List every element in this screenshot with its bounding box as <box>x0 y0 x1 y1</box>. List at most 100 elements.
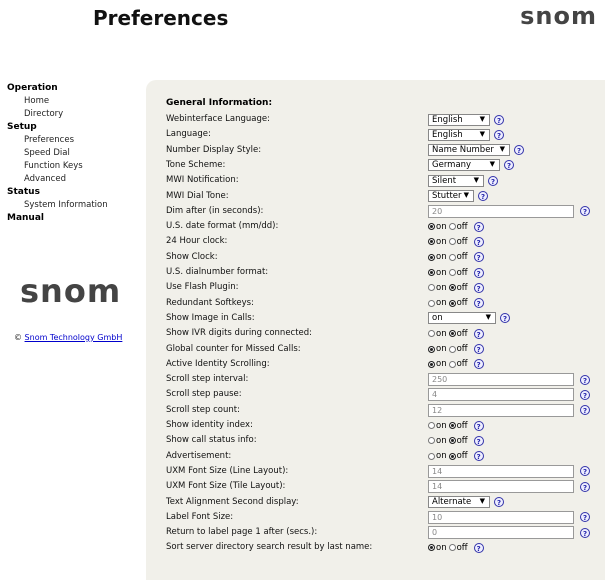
help-icon[interactable]: ? <box>580 527 590 538</box>
radio-on[interactable] <box>428 330 435 338</box>
mwi-notification-select[interactable]: Silent ▼ <box>428 174 484 187</box>
uxm-font-size-tile-layout-input[interactable]: 14 <box>428 480 574 494</box>
webinterface-language-select[interactable]: English ▼ <box>428 113 490 126</box>
help-icon[interactable]: ? <box>473 252 484 263</box>
sidebar-item-speed-dial[interactable]: Speed Dial <box>7 147 147 160</box>
help-icon[interactable]: ? <box>580 466 590 477</box>
sort-server-directory-search-result-by-last-name-label: Sort server directory search result by l… <box>166 542 373 553</box>
radio-off[interactable] <box>448 422 456 429</box>
help-icon[interactable]: ? <box>504 160 514 171</box>
radio-off[interactable] <box>448 452 456 460</box>
help-icon[interactable]: ? <box>494 497 504 507</box>
help-icon[interactable]: ? <box>473 267 484 278</box>
help-icon[interactable]: ? <box>473 328 484 339</box>
help-icon[interactable]: ? <box>473 435 484 446</box>
radio-off[interactable] <box>448 544 456 552</box>
help-icon[interactable]: ? <box>473 542 484 553</box>
language-select[interactable]: English ▼ <box>428 128 490 141</box>
radio-on-label: on <box>436 359 447 370</box>
number-display-style-select[interactable]: Name Number ▼ <box>428 144 510 157</box>
radio-on[interactable] <box>428 422 435 429</box>
help-icon[interactable]: ? <box>473 298 484 309</box>
radio-off[interactable] <box>448 330 456 338</box>
radio-off-label: off <box>456 282 468 293</box>
scroll-step-interval-input[interactable]: 250 <box>428 373 574 387</box>
radio-on[interactable] <box>428 360 435 368</box>
help-icon[interactable]: ? <box>473 359 484 370</box>
sidebar-item-directory[interactable]: Directory <box>7 108 147 121</box>
radio-on[interactable] <box>428 238 435 246</box>
sidebar-item-advanced[interactable]: Advanced <box>7 173 147 186</box>
radio-off[interactable] <box>448 238 456 246</box>
radio-on[interactable] <box>428 253 435 261</box>
help-icon[interactable]: ? <box>473 221 484 232</box>
scroll-step-pause-input[interactable]: 4 <box>428 388 574 402</box>
radio-on[interactable] <box>428 269 435 276</box>
settings-row: Text Alignment Second display: Alternate ▼… <box>166 496 598 511</box>
help-icon[interactable]: ? <box>580 374 590 385</box>
help-icon[interactable]: ? <box>580 405 590 416</box>
help-icon[interactable]: ? <box>488 175 498 186</box>
radio-on[interactable] <box>428 345 435 353</box>
text-alignment-second-display-select[interactable]: Alternate ▼ <box>428 496 490 508</box>
help-icon[interactable]: ? <box>473 282 484 293</box>
active-identity-scrolling-label: Active Identity Scrolling: <box>166 358 270 369</box>
radio-on-label: on <box>436 542 447 553</box>
show-image-in-calls-select[interactable]: on ▼ <box>428 312 496 325</box>
chevron-down-icon: ▼ <box>485 313 491 322</box>
settings-row: Language: English ▼? <box>166 128 598 143</box>
help-icon[interactable]: ? <box>473 451 484 462</box>
help-icon[interactable]: ? <box>494 114 504 125</box>
help-icon[interactable]: ? <box>580 512 590 523</box>
radio-on[interactable] <box>428 223 435 231</box>
radio-off[interactable] <box>448 345 456 353</box>
dim-after-in-seconds-input[interactable]: 20 <box>428 204 574 218</box>
radio-on[interactable] <box>428 452 435 460</box>
help-icon[interactable]: ? <box>473 236 484 247</box>
sidebar-item-preferences[interactable]: Preferences <box>7 134 147 147</box>
radio-off-label: off <box>456 236 468 247</box>
snom-technology-link[interactable]: Snom Technology GmbH <box>25 333 123 342</box>
radio-on[interactable] <box>428 284 435 292</box>
label-font-size-input[interactable]: 10 <box>428 510 574 524</box>
section-title: General Information: <box>166 98 273 108</box>
settings-row: U.S. dialnumber format: on off? <box>166 266 598 281</box>
return-to-label-page-1-after-secs-input[interactable]: 0 <box>428 526 574 540</box>
radio-off-label: off <box>456 344 468 354</box>
sort-server-directory-search-result-by-last-name-control: on off? <box>428 541 484 554</box>
radio-off[interactable] <box>448 360 456 368</box>
radio-off[interactable] <box>448 269 456 276</box>
show-ivr-digits-during-connected-label: Show IVR digits during connected: <box>166 328 313 339</box>
help-icon[interactable]: ? <box>580 389 590 400</box>
tone-scheme-select[interactable]: Germany ▼ <box>428 159 500 172</box>
sidebar-item-home[interactable]: Home <box>7 95 147 108</box>
settings-row: Scroll step pause: 4? <box>166 388 598 403</box>
uxm-font-size-line-layout-input[interactable]: 14 <box>428 464 574 478</box>
help-icon[interactable]: ? <box>514 145 524 156</box>
radio-off[interactable] <box>448 223 456 231</box>
help-icon[interactable]: ? <box>500 313 510 324</box>
mwi-dial-tone-select[interactable]: Stutter ▼ <box>428 190 474 202</box>
radio-on-label: on <box>436 451 447 462</box>
radio-on[interactable] <box>428 437 435 445</box>
help-icon[interactable]: ? <box>494 129 504 140</box>
sidebar-item-system-information[interactable]: System Information <box>7 199 147 212</box>
scroll-step-count-input[interactable]: 12 <box>428 403 574 417</box>
help-icon[interactable]: ? <box>473 420 484 431</box>
radio-off[interactable] <box>448 299 456 307</box>
sidebar-item-function-keys[interactable]: Function Keys <box>7 160 147 173</box>
help-icon[interactable]: ? <box>473 344 484 354</box>
help-icon[interactable]: ? <box>580 206 590 217</box>
use-flash-plugin-control: on off? <box>428 281 484 294</box>
show-image-in-calls-label: Show Image in Calls: <box>166 312 255 323</box>
help-icon[interactable]: ? <box>580 481 590 492</box>
sidebar-nav: Operation Home Directory Setup Preferences Sp… <box>7 82 147 225</box>
radio-on[interactable] <box>428 299 435 307</box>
radio-off[interactable] <box>448 253 456 261</box>
select-value: Name Number <box>432 145 494 156</box>
help-icon[interactable]: ? <box>478 191 488 201</box>
radio-off[interactable] <box>448 437 456 445</box>
radio-off[interactable] <box>448 284 456 292</box>
radio-on[interactable] <box>428 544 435 552</box>
select-value: Germany <box>432 160 472 171</box>
